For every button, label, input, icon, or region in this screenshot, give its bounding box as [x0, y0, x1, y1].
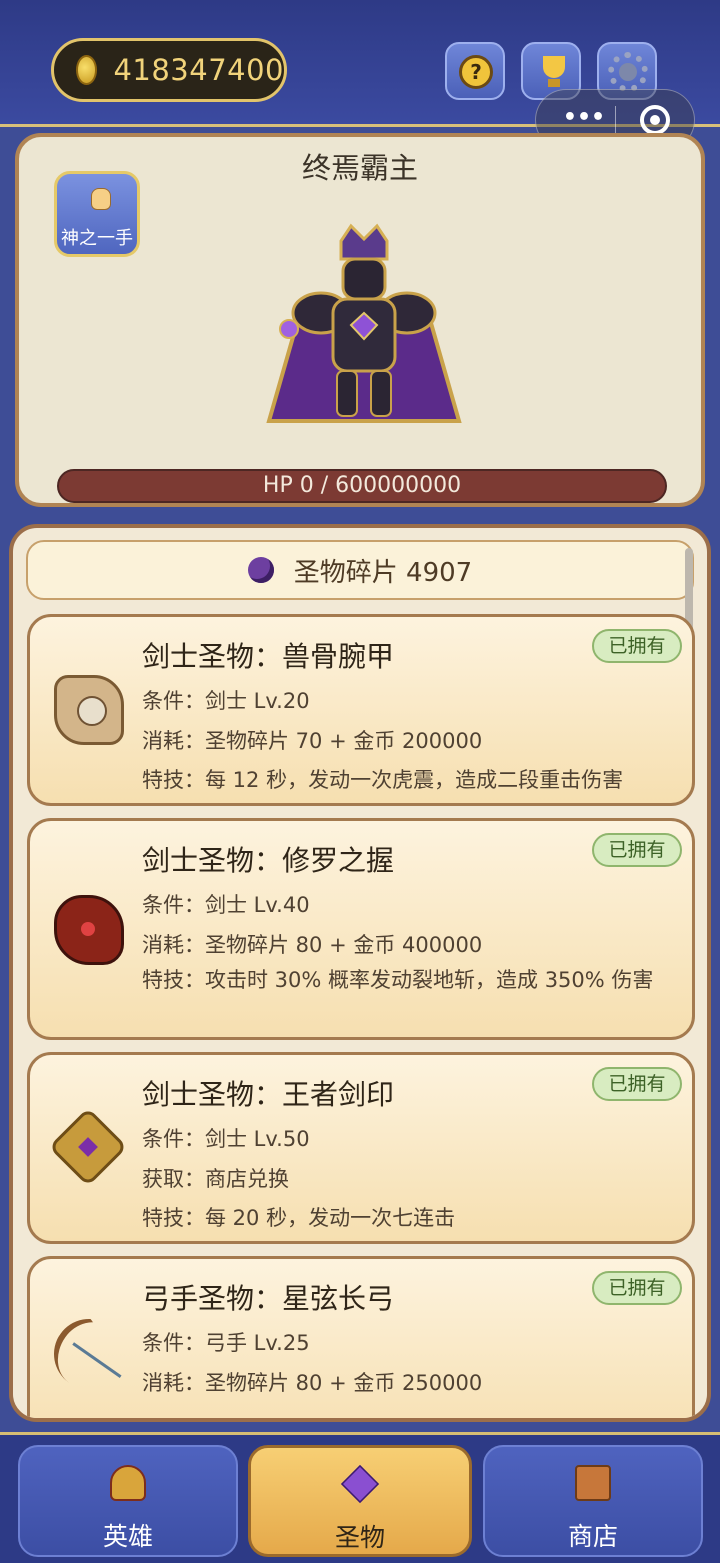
boss-scepter-orb: [279, 319, 299, 339]
relic-cost: 消耗：圣物碎片 80 + 金币 400000: [142, 933, 483, 957]
capsule-divider: [615, 106, 616, 134]
coin-balance: 418347400: [51, 38, 287, 102]
demon-claw-icon: [54, 895, 124, 965]
shard-icon: [247, 557, 274, 583]
relic-condition: 条件：弓手 Lv.25: [142, 1331, 310, 1355]
question-icon: ?: [459, 55, 493, 89]
coin-icon: [76, 55, 98, 85]
boss-crown: [339, 223, 389, 261]
trophy-base: [548, 79, 560, 87]
trophy-icon: [543, 56, 565, 78]
help-button[interactable]: ?: [445, 42, 505, 100]
boss-hp-text: HP 0 / 600000000: [262, 473, 462, 498]
relic-cost: 消耗：圣物碎片 70 + 金币 200000: [142, 729, 483, 753]
relic-source: 获取：商店兑换: [142, 1167, 289, 1191]
boss-portrait[interactable]: [259, 221, 469, 436]
boss-leg-left: [336, 370, 358, 417]
relic-skill: 特技：攻击时 30% 概率发动裂地斩，造成 350% 伤害: [142, 968, 654, 992]
relic-cost: 消耗：圣物碎片 80 + 金币 250000: [142, 1371, 483, 1395]
owned-badge: 已拥有: [592, 833, 682, 867]
relic-panel[interactable]: 圣物碎片 4907 剑士圣物：兽骨腕甲 已拥有 条件：剑士 Lv.20 消耗：圣…: [9, 524, 711, 1422]
relic-card[interactable]: 剑士圣物：兽骨腕甲 已拥有 条件：剑士 Lv.20 消耗：圣物碎片 70 + 金…: [27, 614, 695, 806]
relic-title: 弓手圣物：星弦长弓: [142, 1282, 395, 1315]
tab-shop-label: 商店: [567, 1522, 618, 1551]
tab-heroes[interactable]: 英雄: [18, 1445, 238, 1557]
boss-helmet: [341, 257, 387, 301]
king-seal-icon: [48, 1107, 128, 1187]
star-bow-icon: [40, 1305, 138, 1403]
tab-shop[interactable]: 商店: [483, 1445, 703, 1557]
tab-relics[interactable]: 圣物: [248, 1445, 472, 1557]
bottom-nav: 英雄 圣物 商店: [0, 1432, 720, 1563]
relic-skill: 特技：每 20 秒，发动一次七连击: [142, 1206, 456, 1230]
owned-badge: 已拥有: [592, 1271, 682, 1305]
relic-condition: 条件：剑士 Lv.50: [142, 1127, 310, 1151]
relic-condition: 条件：剑士 Lv.20: [142, 689, 310, 713]
shop-icon: [575, 1465, 611, 1501]
owned-badge: 已拥有: [592, 1067, 682, 1101]
crystal-icon: [340, 1464, 380, 1504]
hand-icon: [91, 188, 111, 210]
bone-bracer-icon: [54, 675, 124, 745]
boss-hp-bar: HP 0 / 600000000: [57, 469, 667, 503]
relic-skill: 特技：每 12 秒，发动一次虎震，造成二段重击伤害: [142, 768, 624, 792]
divine-hand-button[interactable]: 神之一手: [54, 171, 140, 257]
boss-leg-right: [370, 370, 392, 417]
owned-badge: 已拥有: [592, 629, 682, 663]
relic-condition: 条件：剑士 Lv.40: [142, 893, 310, 917]
boss-panel: 终焉霸主 神之一手 HP 0 / 600000000: [15, 133, 705, 507]
relic-title: 剑士圣物：修罗之握: [142, 844, 395, 877]
tab-relics-label: 圣物: [334, 1523, 385, 1552]
relic-card[interactable]: 弓手圣物：星弦长弓 已拥有 条件：弓手 Lv.25 消耗：圣物碎片 80 + 金…: [27, 1256, 695, 1418]
coin-amount: 418347400: [113, 53, 284, 87]
relic-shard-counter: 圣物碎片 4907: [26, 540, 694, 600]
relic-card[interactable]: 剑士圣物：王者剑印 已拥有 条件：剑士 Lv.50 获取：商店兑换 特技：每 2…: [27, 1052, 695, 1244]
tab-heroes-label: 英雄: [102, 1522, 153, 1551]
gear-center: [619, 63, 637, 81]
relic-title: 剑士圣物：王者剑印: [142, 1078, 395, 1111]
shard-count: 圣物碎片 4907: [293, 557, 473, 588]
relic-card[interactable]: 剑士圣物：修罗之握 已拥有 条件：剑士 Lv.40 消耗：圣物碎片 80 + 金…: [27, 818, 695, 1040]
divine-hand-label: 神之一手: [61, 228, 133, 249]
close-miniprogram-button[interactable]: [640, 105, 670, 135]
relic-title: 剑士圣物：兽骨腕甲: [142, 640, 395, 673]
helmet-icon: [110, 1465, 146, 1501]
